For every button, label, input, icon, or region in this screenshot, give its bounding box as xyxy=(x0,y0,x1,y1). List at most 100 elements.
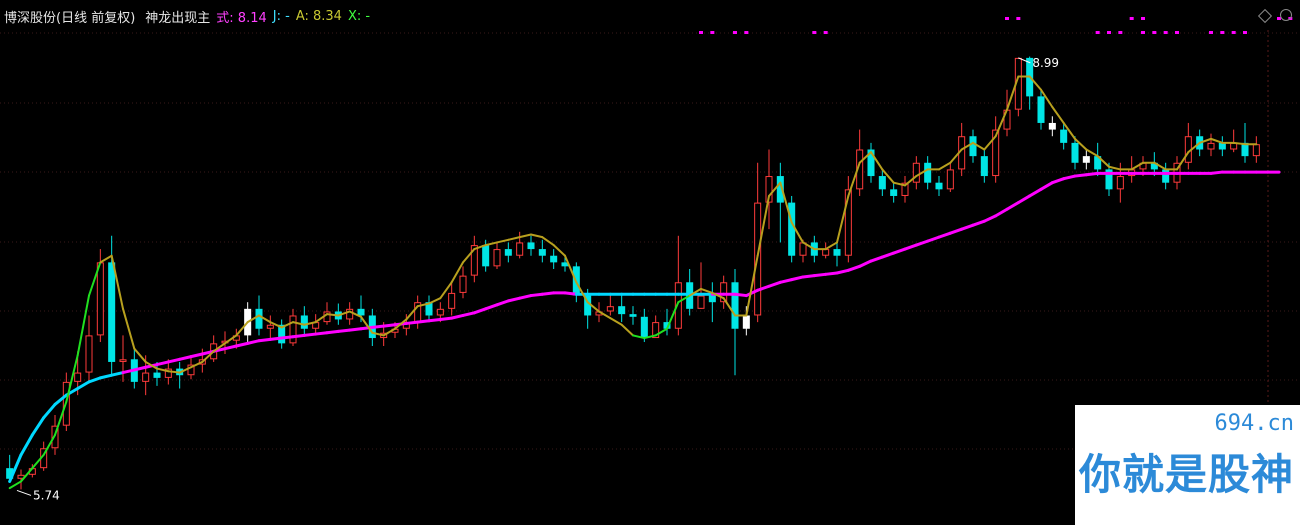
candle-body-up xyxy=(697,295,705,309)
ma-long-segment xyxy=(110,371,125,377)
ma-short-segment xyxy=(609,317,623,326)
ma-long-segment xyxy=(268,336,284,341)
signal-marker xyxy=(733,31,737,34)
candle-body-up xyxy=(74,372,82,382)
ma-long-segment xyxy=(314,331,329,336)
ma-long-segment xyxy=(563,291,578,296)
signal-marker xyxy=(1243,31,1247,34)
ma-long-segment xyxy=(982,214,998,223)
candle-body-down xyxy=(538,249,546,256)
ma-long-segment xyxy=(518,294,533,300)
ma-long-segment xyxy=(937,231,952,239)
candle-body-signal xyxy=(742,315,750,329)
ma-long-segment xyxy=(835,268,850,275)
signal-marker xyxy=(823,31,828,34)
ma-long-segment xyxy=(1073,173,1088,178)
candle-body-down xyxy=(1037,96,1045,123)
ma-short-segment xyxy=(700,287,714,294)
signal-marker xyxy=(1107,31,1111,34)
ma-long-segment xyxy=(87,376,102,384)
ma-long-segment xyxy=(1005,201,1020,211)
ma-long-segment xyxy=(98,373,114,380)
chart-toolbar xyxy=(1257,8,1292,24)
candle-body-up xyxy=(459,275,467,293)
candle-body-up xyxy=(448,292,456,309)
candle-body-up xyxy=(96,262,104,336)
candle-body-down xyxy=(640,316,648,339)
ma-long-segment xyxy=(302,332,318,337)
signal-marker xyxy=(1220,31,1225,34)
candle-body-down xyxy=(935,182,943,190)
candle-body-down xyxy=(1071,142,1079,163)
ma-short-segment xyxy=(99,254,113,264)
signal-marker xyxy=(1141,31,1145,34)
signal-marker xyxy=(1152,31,1157,34)
ma-long-segment xyxy=(257,337,272,343)
diamond-icon[interactable] xyxy=(1257,8,1273,24)
candle-body-down xyxy=(878,176,886,190)
candle-body-up xyxy=(436,308,444,316)
ma-long-segment xyxy=(994,207,1009,218)
indicator-a-value: A: 8.34 xyxy=(295,8,342,24)
signal-marker xyxy=(1175,31,1179,34)
ma-short-segment xyxy=(122,307,136,350)
ma-short-segment xyxy=(1232,141,1246,146)
ma-long-segment xyxy=(1039,181,1054,191)
ma-long-segment xyxy=(869,255,884,263)
ma-short-segment xyxy=(326,313,340,317)
candle-body-down xyxy=(527,242,535,250)
signal-marker xyxy=(1095,31,1100,34)
ma-long-segment xyxy=(880,251,896,259)
ma-long-segment xyxy=(801,274,816,279)
signal-marker xyxy=(1005,17,1009,20)
candle-body-down xyxy=(108,262,116,362)
candle-body-up xyxy=(912,162,920,183)
watermark-url: 694.cn xyxy=(1214,411,1294,436)
ma-short-segment xyxy=(1210,137,1224,144)
ma-long-segment xyxy=(450,313,465,320)
ma-long-segment xyxy=(325,329,340,335)
ma-long-segment xyxy=(472,307,488,315)
indicator-shi-value: 式: 8.14 xyxy=(216,10,267,26)
candle-body-down xyxy=(482,245,490,267)
candle-body-up xyxy=(289,315,297,344)
ma-short-segment xyxy=(496,238,510,244)
signal-marker xyxy=(1163,31,1168,34)
candle-body-down xyxy=(357,308,365,316)
ma-long-segment xyxy=(404,320,420,325)
indicator-name[interactable]: 神龙出现主 xyxy=(145,7,210,26)
candle-body-down xyxy=(618,306,626,315)
ma-short-segment xyxy=(541,236,555,247)
ma-long-segment xyxy=(914,239,930,247)
candle-body-down xyxy=(153,372,161,378)
ma-long-segment xyxy=(348,327,363,332)
ma-long-segment xyxy=(1050,177,1066,185)
ma-long-segment xyxy=(461,311,476,317)
ma-long-segment xyxy=(892,247,907,255)
candle-body-down xyxy=(731,282,739,329)
circle-icon[interactable] xyxy=(1280,9,1292,21)
ma-short-segment xyxy=(167,370,181,374)
ma-short-segment xyxy=(428,297,442,305)
candle-body-up xyxy=(1207,142,1215,150)
candle-body-down xyxy=(708,295,716,303)
stock-title[interactable]: 博深股份(日线 前复权) xyxy=(4,7,135,26)
watermark-text: 你就是股神 xyxy=(1079,450,1295,499)
candle-body-up xyxy=(142,372,150,382)
ma-long-segment xyxy=(1209,170,1224,175)
ma-long-segment xyxy=(427,317,442,323)
ma-short-segment xyxy=(518,233,532,239)
ma-long-segment xyxy=(1016,194,1032,205)
ma-long-segment xyxy=(1062,174,1077,181)
indicator-j-value: J: - xyxy=(272,8,290,24)
high-label: 8.99 xyxy=(1032,56,1059,70)
candle-body-up xyxy=(266,324,274,329)
ma-short-segment xyxy=(620,323,634,337)
candle-body-up xyxy=(606,306,614,312)
signal-marker xyxy=(744,31,749,34)
signal-marker xyxy=(1141,17,1145,20)
ma-long-segment xyxy=(30,416,46,437)
ma-long-segment xyxy=(382,323,397,328)
ma-long-segment xyxy=(926,235,941,243)
candle-body-down xyxy=(629,314,637,317)
